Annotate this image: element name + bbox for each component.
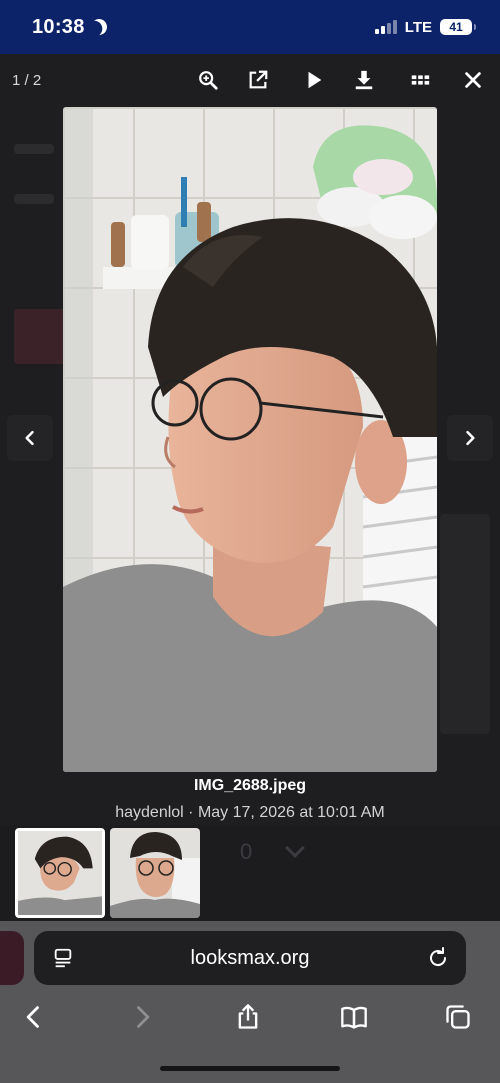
chevron-right-icon bbox=[466, 430, 475, 446]
status-bar: 10:38 LTE 41 bbox=[0, 0, 500, 54]
zoom-in-icon bbox=[199, 71, 218, 90]
tabs-button[interactable] bbox=[442, 1001, 474, 1033]
forward-button[interactable] bbox=[126, 1001, 158, 1033]
reload-icon[interactable] bbox=[426, 946, 450, 970]
previous-tab-preview[interactable] bbox=[0, 931, 24, 985]
thumbnail-2[interactable] bbox=[110, 828, 200, 918]
chevron-left-icon bbox=[25, 430, 34, 446]
thumbnail-strip: 0 bbox=[0, 825, 500, 921]
moon-icon bbox=[88, 17, 109, 38]
close-icon bbox=[465, 72, 481, 88]
share-icon bbox=[238, 1004, 258, 1029]
book-icon bbox=[341, 1006, 367, 1029]
portrait-photo bbox=[63, 107, 437, 772]
battery-icon: 41 bbox=[440, 19, 476, 35]
signal-icon bbox=[374, 20, 397, 34]
home-indicator bbox=[160, 1066, 340, 1071]
bookmarks-button[interactable] bbox=[338, 1001, 370, 1033]
screen: 10:38 LTE 41 1 / 2 IMG_2688.jpeg haydenl… bbox=[0, 0, 500, 1083]
download-icon bbox=[355, 70, 373, 90]
share-button[interactable] bbox=[232, 1001, 264, 1033]
tabs-icon bbox=[446, 1005, 470, 1029]
thumbnail-photo bbox=[18, 831, 102, 915]
page-menu-icon[interactable] bbox=[52, 947, 74, 969]
backdrop-shape bbox=[440, 514, 490, 734]
image-meta: haydenlol · May 17, 2026 at 10:01 AM bbox=[115, 804, 385, 821]
download-button[interactable] bbox=[350, 66, 378, 94]
backdrop-shape bbox=[14, 194, 54, 204]
chevron-down-icon bbox=[285, 838, 305, 858]
back-button[interactable] bbox=[18, 1001, 50, 1033]
chevron-left-icon bbox=[26, 1006, 39, 1028]
image-counter: 1 / 2 bbox=[12, 72, 42, 89]
status-time: 10:38 bbox=[32, 16, 107, 39]
lightbox-toolbar: 1 / 2 bbox=[0, 54, 500, 106]
thumbnails-toggle-button[interactable] bbox=[406, 66, 434, 94]
grid-icon bbox=[411, 75, 430, 85]
thumbnail-1[interactable] bbox=[15, 828, 105, 918]
network-label: LTE bbox=[404, 18, 432, 36]
thumbnail-photo bbox=[110, 828, 200, 918]
chevron-right-icon bbox=[137, 1006, 150, 1028]
previous-image-button[interactable] bbox=[7, 415, 53, 461]
close-button[interactable] bbox=[459, 66, 487, 94]
clock-text: 10:38 bbox=[32, 15, 85, 38]
slideshow-button[interactable] bbox=[300, 66, 328, 94]
zoom-in-button[interactable] bbox=[194, 66, 222, 94]
open-external-button[interactable] bbox=[244, 66, 272, 94]
open-external-icon bbox=[249, 70, 268, 89]
next-image-button[interactable] bbox=[447, 415, 493, 461]
address-bar[interactable]: looksmax.org bbox=[34, 931, 466, 985]
play-icon bbox=[308, 71, 322, 89]
backdrop-shape bbox=[14, 144, 54, 154]
lightbox-image[interactable] bbox=[63, 107, 437, 772]
image-filename: IMG_2688.jpeg bbox=[193, 777, 307, 794]
backdrop-count: 0 bbox=[240, 839, 253, 864]
url-text: looksmax.org bbox=[190, 946, 310, 969]
browser-toolbar: looksmax.org bbox=[0, 921, 500, 1083]
status-indicators: LTE 41 bbox=[374, 18, 476, 36]
